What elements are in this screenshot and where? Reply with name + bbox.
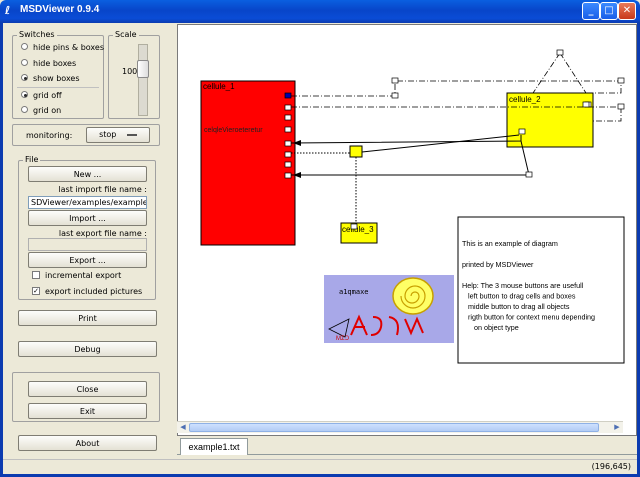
included-picture: a1qmaxe ΜΣϽ [324,275,454,343]
radio-icon [21,91,28,98]
dotted-links [291,152,357,224]
monitoring-stop-button[interactable]: stop [86,127,150,143]
scale-group: Scale [108,30,160,119]
picture-text: a1qmaxe [339,288,369,296]
exit-button[interactable]: Exit [28,403,147,419]
debug-button[interactable]: Debug [18,341,157,357]
close-button[interactable]: Close [28,381,147,397]
status-coordinates: (196,645) [591,462,631,471]
scale-slider-track[interactable] [138,44,148,116]
file-group-title: File [23,155,41,164]
print-button[interactable]: Print [18,310,157,326]
note-line: This is an example of diagram [462,239,558,248]
cellule-3-pin[interactable] [350,223,358,230]
scroll-thumb[interactable] [189,423,599,432]
radio-show-boxes[interactable]: show boxes [21,73,80,85]
cellule-3-label: cellule_3 [342,225,374,234]
note-line: printed by MSDViewer [462,260,534,269]
note-line: rigth button for context menu depending [462,313,595,322]
radio-grid-off[interactable]: grid off [21,90,62,102]
radio-icon [21,59,28,66]
checkbox-checked-icon: ✓ [32,286,40,295]
last-import-label: last import file name : [58,185,147,194]
last-export-label: last export file name : [58,229,147,238]
close-window-button[interactable]: ✕ [618,2,636,20]
diagram-canvas[interactable]: cellule_1 celqleVieroeteretur cellule_2 … [177,24,637,436]
scale-group-title: Scale [113,30,139,39]
window-title: MSDViewer 0.9.4 [20,4,100,15]
radio-icon [21,74,28,81]
link-handle[interactable] [525,171,533,178]
cellule-1-label: cellule_1 [203,82,235,91]
note-line: Help: The 3 mouse buttons are usefull [462,281,584,290]
note-line: middle button to drag all objects [462,302,570,311]
radio-grid-on[interactable]: grid on [21,105,61,117]
note-line: left button to drag cells and boxes [462,292,576,301]
monitoring-label: monitoring: [26,131,73,140]
switches-group: Switches hide pins & boxes hide boxes sh… [12,30,104,119]
last-export-field[interactable] [28,238,147,251]
export-pictures-checkbox[interactable]: ✓ export included pictures [32,286,142,298]
status-bar: (196,645) [3,459,637,474]
diagram-svg[interactable]: cellule_1 celqleVieroeteretur cellule_2 … [178,25,636,421]
scale-value: 100 [122,67,138,76]
tab-example1[interactable]: example1.txt [180,438,248,455]
maximize-button[interactable]: □ [600,2,618,20]
solid-links [290,134,530,176]
new-button[interactable]: New ... [28,166,147,182]
radio-icon [21,106,28,113]
scroll-right-icon[interactable]: ▶ [612,423,622,432]
connector-box[interactable] [349,145,363,158]
cellule-1[interactable] [200,80,296,246]
export-button[interactable]: Export ... [28,252,147,268]
cellule-2-pin[interactable] [518,128,526,135]
minimize-button[interactable]: _ [582,2,600,20]
checkbox-icon [32,270,40,279]
radio-icon [21,43,28,50]
app-icon: ℓ [5,4,11,17]
radio-hide-pins-boxes[interactable]: hide pins & boxes [21,42,104,54]
radio-hide-boxes[interactable]: hide boxes [21,58,76,70]
import-button[interactable]: Import ... [28,210,147,226]
title-bar[interactable]: ℓ MSDViewer 0.9.4 _ □ ✕ [0,0,640,23]
last-import-field[interactable]: SDViewer/examples/example1.txt [28,196,147,209]
note-line: on object type [462,323,519,332]
horizontal-scrollbar[interactable]: ◀ ▶ [177,421,623,433]
svg-text:ΜΣϽ: ΜΣϽ [336,336,350,342]
scroll-left-icon[interactable]: ◀ [178,423,188,432]
switches-group-title: Switches [17,30,57,39]
cellule-1-detail: celqleVieroeteretur [204,127,263,134]
dropdown-bar-icon [126,133,137,136]
cellule-2-label: cellule_2 [509,95,541,104]
about-button[interactable]: About [18,435,157,451]
separator [17,87,99,88]
scale-slider-thumb[interactable] [137,60,149,78]
incremental-export-checkbox[interactable]: incremental export [32,270,121,282]
